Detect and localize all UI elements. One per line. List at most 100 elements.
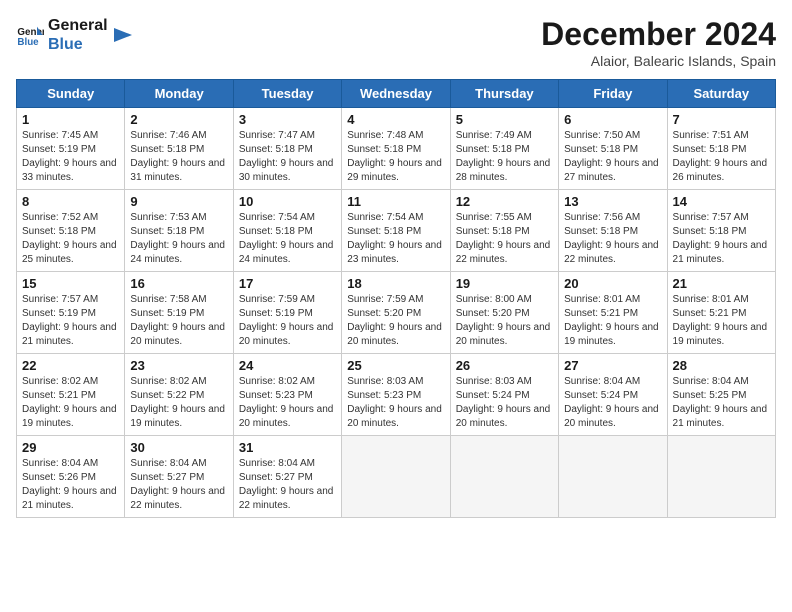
calendar-week-row: 1 Sunrise: 7:45 AM Sunset: 5:19 PM Dayli… [17,108,776,190]
day-cell: 11 Sunrise: 7:54 AM Sunset: 5:18 PM Dayl… [342,190,450,272]
sunset-label: Sunset: 5:18 PM [347,226,421,237]
day-number: 10 [239,194,336,209]
day-number: 24 [239,358,336,373]
sunset-label: Sunset: 5:18 PM [456,144,530,155]
day-info: Sunrise: 8:04 AM Sunset: 5:27 PM Dayligh… [130,457,227,513]
day-number: 5 [456,112,553,127]
daylight-label: Daylight: 9 hours and 21 minutes. [673,404,768,429]
day-number: 27 [564,358,661,373]
day-number: 9 [130,194,227,209]
day-info: Sunrise: 7:57 AM Sunset: 5:19 PM Dayligh… [22,293,119,349]
page-header: General Blue General Blue December 2024 … [16,16,776,69]
day-number: 30 [130,440,227,455]
day-info: Sunrise: 7:52 AM Sunset: 5:18 PM Dayligh… [22,211,119,267]
sunset-label: Sunset: 5:19 PM [22,308,96,319]
sunrise-label: Sunrise: 7:55 AM [456,212,532,223]
day-number: 17 [239,276,336,291]
logo-text-general: General [48,16,108,35]
calendar-header-row: Sunday Monday Tuesday Wednesday Thursday… [17,80,776,108]
sunset-label: Sunset: 5:21 PM [22,390,96,401]
sunset-label: Sunset: 5:18 PM [239,226,313,237]
daylight-label: Daylight: 9 hours and 27 minutes. [564,158,659,183]
day-cell: 4 Sunrise: 7:48 AM Sunset: 5:18 PM Dayli… [342,108,450,190]
day-cell: 16 Sunrise: 7:58 AM Sunset: 5:19 PM Dayl… [125,272,233,354]
day-info: Sunrise: 8:03 AM Sunset: 5:23 PM Dayligh… [347,375,444,431]
sunset-label: Sunset: 5:24 PM [564,390,638,401]
day-number: 23 [130,358,227,373]
sunset-label: Sunset: 5:20 PM [347,308,421,319]
daylight-label: Daylight: 9 hours and 19 minutes. [130,404,225,429]
day-cell: 5 Sunrise: 7:49 AM Sunset: 5:18 PM Dayli… [450,108,558,190]
day-info: Sunrise: 8:02 AM Sunset: 5:22 PM Dayligh… [130,375,227,431]
day-cell: 25 Sunrise: 8:03 AM Sunset: 5:23 PM Dayl… [342,354,450,436]
daylight-label: Daylight: 9 hours and 30 minutes. [239,158,334,183]
day-number: 21 [673,276,770,291]
daylight-label: Daylight: 9 hours and 22 minutes. [130,486,225,511]
day-cell: 19 Sunrise: 8:00 AM Sunset: 5:20 PM Dayl… [450,272,558,354]
day-cell: 9 Sunrise: 7:53 AM Sunset: 5:18 PM Dayli… [125,190,233,272]
day-number: 19 [456,276,553,291]
daylight-label: Daylight: 9 hours and 24 minutes. [130,240,225,265]
col-tuesday: Tuesday [233,80,341,108]
sunset-label: Sunset: 5:18 PM [456,226,530,237]
month-title: December 2024 [541,16,776,53]
day-cell: 17 Sunrise: 7:59 AM Sunset: 5:19 PM Dayl… [233,272,341,354]
day-info: Sunrise: 7:59 AM Sunset: 5:19 PM Dayligh… [239,293,336,349]
col-monday: Monday [125,80,233,108]
day-number: 26 [456,358,553,373]
day-cell: 31 Sunrise: 8:04 AM Sunset: 5:27 PM Dayl… [233,436,341,518]
daylight-label: Daylight: 9 hours and 19 minutes. [22,404,117,429]
sunrise-label: Sunrise: 7:48 AM [347,130,423,141]
day-cell: 3 Sunrise: 7:47 AM Sunset: 5:18 PM Dayli… [233,108,341,190]
day-number: 12 [456,194,553,209]
daylight-label: Daylight: 9 hours and 20 minutes. [130,322,225,347]
day-cell: 30 Sunrise: 8:04 AM Sunset: 5:27 PM Dayl… [125,436,233,518]
daylight-label: Daylight: 9 hours and 20 minutes. [564,404,659,429]
day-info: Sunrise: 7:51 AM Sunset: 5:18 PM Dayligh… [673,129,770,185]
sunrise-label: Sunrise: 7:57 AM [22,294,98,305]
day-cell: 8 Sunrise: 7:52 AM Sunset: 5:18 PM Dayli… [17,190,125,272]
sunrise-label: Sunrise: 8:04 AM [239,458,315,469]
day-info: Sunrise: 7:59 AM Sunset: 5:20 PM Dayligh… [347,293,444,349]
sunrise-label: Sunrise: 7:56 AM [564,212,640,223]
svg-text:Blue: Blue [17,37,39,48]
day-cell: 18 Sunrise: 7:59 AM Sunset: 5:20 PM Dayl… [342,272,450,354]
day-info: Sunrise: 7:54 AM Sunset: 5:18 PM Dayligh… [239,211,336,267]
day-number: 7 [673,112,770,127]
day-info: Sunrise: 7:53 AM Sunset: 5:18 PM Dayligh… [130,211,227,267]
sunset-label: Sunset: 5:27 PM [239,472,313,483]
day-number: 3 [239,112,336,127]
day-info: Sunrise: 7:46 AM Sunset: 5:18 PM Dayligh… [130,129,227,185]
daylight-label: Daylight: 9 hours and 22 minutes. [239,486,334,511]
empty-cell [450,436,558,518]
sunset-label: Sunset: 5:18 PM [347,144,421,155]
sunrise-label: Sunrise: 8:03 AM [347,376,423,387]
day-info: Sunrise: 7:45 AM Sunset: 5:19 PM Dayligh… [22,129,119,185]
calendar-week-row: 8 Sunrise: 7:52 AM Sunset: 5:18 PM Dayli… [17,190,776,272]
day-info: Sunrise: 7:47 AM Sunset: 5:18 PM Dayligh… [239,129,336,185]
day-number: 4 [347,112,444,127]
daylight-label: Daylight: 9 hours and 23 minutes. [347,240,442,265]
sunrise-label: Sunrise: 8:02 AM [22,376,98,387]
day-cell: 29 Sunrise: 8:04 AM Sunset: 5:26 PM Dayl… [17,436,125,518]
day-cell: 24 Sunrise: 8:02 AM Sunset: 5:23 PM Dayl… [233,354,341,436]
daylight-label: Daylight: 9 hours and 29 minutes. [347,158,442,183]
sunrise-label: Sunrise: 7:45 AM [22,130,98,141]
day-number: 1 [22,112,119,127]
sunset-label: Sunset: 5:27 PM [130,472,204,483]
sunrise-label: Sunrise: 7:50 AM [564,130,640,141]
daylight-label: Daylight: 9 hours and 33 minutes. [22,158,117,183]
sunset-label: Sunset: 5:22 PM [130,390,204,401]
daylight-label: Daylight: 9 hours and 22 minutes. [456,240,551,265]
daylight-label: Daylight: 9 hours and 21 minutes. [22,486,117,511]
sunrise-label: Sunrise: 7:51 AM [673,130,749,141]
day-info: Sunrise: 7:54 AM Sunset: 5:18 PM Dayligh… [347,211,444,267]
day-number: 11 [347,194,444,209]
col-thursday: Thursday [450,80,558,108]
sunrise-label: Sunrise: 8:04 AM [22,458,98,469]
sunrise-label: Sunrise: 8:01 AM [564,294,640,305]
daylight-label: Daylight: 9 hours and 24 minutes. [239,240,334,265]
day-info: Sunrise: 7:50 AM Sunset: 5:18 PM Dayligh… [564,129,661,185]
calendar-week-row: 29 Sunrise: 8:04 AM Sunset: 5:26 PM Dayl… [17,436,776,518]
day-cell: 23 Sunrise: 8:02 AM Sunset: 5:22 PM Dayl… [125,354,233,436]
